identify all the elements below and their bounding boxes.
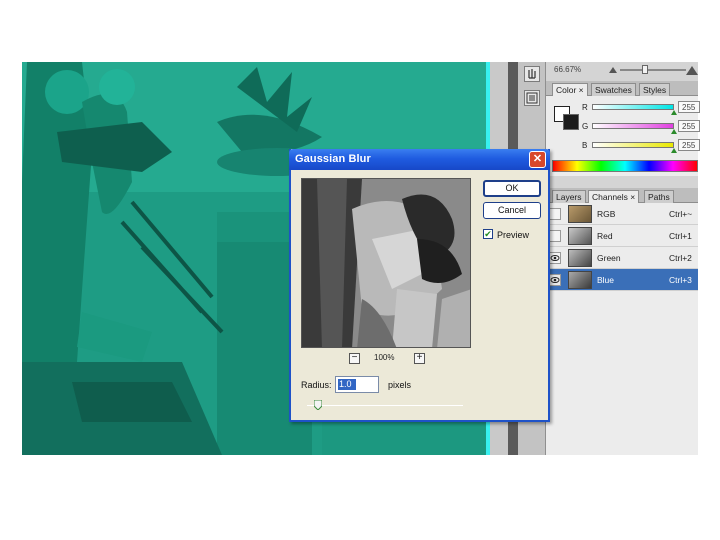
preview-photo bbox=[302, 179, 470, 347]
zoom-slider-thumb[interactable] bbox=[642, 65, 648, 74]
background-color-swatch[interactable] bbox=[563, 114, 579, 130]
channels-panel: RGB Ctrl+~ Red Ctrl+1 Green Ctrl+2 Blue … bbox=[546, 203, 698, 455]
radius-value[interactable]: 1.0 bbox=[339, 379, 352, 390]
dialog-title: Gaussian Blur bbox=[295, 153, 371, 165]
radius-slider-thumb[interactable] bbox=[314, 400, 322, 410]
blue-slider-marker[interactable] bbox=[671, 148, 677, 153]
channel-thumbnail bbox=[568, 249, 592, 267]
channel-name: Red bbox=[597, 231, 613, 241]
channel-row-blue[interactable]: Blue Ctrl+3 bbox=[546, 269, 698, 291]
history-icon[interactable] bbox=[524, 90, 540, 106]
channel-thumbnail bbox=[568, 227, 592, 245]
eye-icon[interactable] bbox=[549, 252, 561, 264]
blue-value-field[interactable]: 255 bbox=[678, 139, 700, 151]
red-slider[interactable] bbox=[592, 104, 674, 110]
channel-name: Blue bbox=[597, 275, 615, 285]
blur-preview-image[interactable] bbox=[301, 178, 471, 348]
cancel-button[interactable]: Cancel bbox=[483, 202, 541, 219]
green-value-field[interactable]: 255 bbox=[678, 120, 700, 132]
navigator-bar: 66.67% bbox=[546, 62, 698, 78]
hand-icon[interactable] bbox=[524, 66, 540, 82]
ok-button[interactable]: OK bbox=[483, 180, 541, 197]
preview-checkbox[interactable]: ✔ bbox=[483, 229, 493, 239]
channel-shortcut: Ctrl+2 bbox=[669, 253, 692, 263]
channels-panel-tabbar: Layers Channels × Paths bbox=[546, 188, 698, 203]
color-panel-tabbar: Color × Swatches Styles bbox=[546, 81, 698, 96]
red-value-field[interactable]: 255 bbox=[678, 101, 700, 113]
green-channel-letter: G bbox=[582, 122, 589, 131]
channel-name: RGB bbox=[597, 209, 616, 219]
zoom-percent[interactable]: 66.67% bbox=[554, 65, 581, 74]
preview-zoom-level: 100% bbox=[374, 353, 395, 362]
gaussian-blur-dialog: Gaussian Blur ✕ − 100% + OK Cancel ✔ Pre… bbox=[289, 149, 550, 422]
radius-label: Radius: bbox=[301, 380, 332, 390]
radius-unit-label: pixels bbox=[388, 380, 412, 390]
screen: 66.67% Color × Swatches Styles R 255 G 2… bbox=[0, 0, 720, 540]
tab-color[interactable]: Color × bbox=[552, 83, 588, 96]
channel-shortcut: Ctrl+1 bbox=[669, 231, 692, 241]
visibility-toggle[interactable] bbox=[549, 208, 561, 220]
color-panel: R 255 G 255 B 255 bbox=[546, 96, 700, 176]
eye-icon[interactable] bbox=[549, 274, 561, 286]
tab-styles[interactable]: Styles bbox=[639, 83, 671, 96]
panels-column: 66.67% Color × Swatches Styles R 255 G 2… bbox=[546, 62, 700, 455]
channel-name: Green bbox=[597, 253, 621, 263]
blue-channel-letter: B bbox=[582, 141, 588, 150]
close-icon: ✕ bbox=[532, 153, 543, 165]
color-spectrum-bar[interactable] bbox=[552, 160, 698, 172]
channel-thumbnail bbox=[568, 205, 592, 223]
zoom-out-mountain-icon[interactable] bbox=[608, 64, 618, 74]
red-slider-marker[interactable] bbox=[671, 110, 677, 115]
channel-shortcut: Ctrl+~ bbox=[669, 209, 693, 219]
tab-paths[interactable]: Paths bbox=[644, 190, 674, 203]
radius-slider-track[interactable] bbox=[307, 405, 463, 406]
tab-channels[interactable]: Channels × bbox=[588, 190, 640, 203]
dialog-titlebar[interactable]: Gaussian Blur ✕ bbox=[289, 149, 550, 170]
channel-shortcut: Ctrl+3 bbox=[669, 275, 692, 285]
zoom-slider-track[interactable] bbox=[620, 69, 686, 71]
close-button[interactable]: ✕ bbox=[529, 151, 546, 168]
red-channel-letter: R bbox=[582, 103, 588, 112]
preview-zoom-out-button[interactable]: − bbox=[349, 353, 360, 364]
channel-row-rgb[interactable]: RGB Ctrl+~ bbox=[546, 203, 698, 225]
tab-layers[interactable]: Layers bbox=[552, 190, 586, 203]
blue-slider[interactable] bbox=[592, 142, 674, 148]
channel-row-green[interactable]: Green Ctrl+2 bbox=[546, 247, 698, 269]
visibility-toggle[interactable] bbox=[549, 230, 561, 242]
green-slider[interactable] bbox=[592, 123, 674, 129]
zoom-in-mountain-icon[interactable] bbox=[686, 64, 698, 76]
tab-swatches[interactable]: Swatches bbox=[591, 83, 636, 96]
preview-zoom-in-button[interactable]: + bbox=[414, 353, 425, 364]
green-slider-marker[interactable] bbox=[671, 129, 677, 134]
channel-thumbnail bbox=[568, 271, 592, 289]
preview-checkbox-label[interactable]: Preview bbox=[497, 230, 529, 240]
channel-row-red[interactable]: Red Ctrl+1 bbox=[546, 225, 698, 247]
